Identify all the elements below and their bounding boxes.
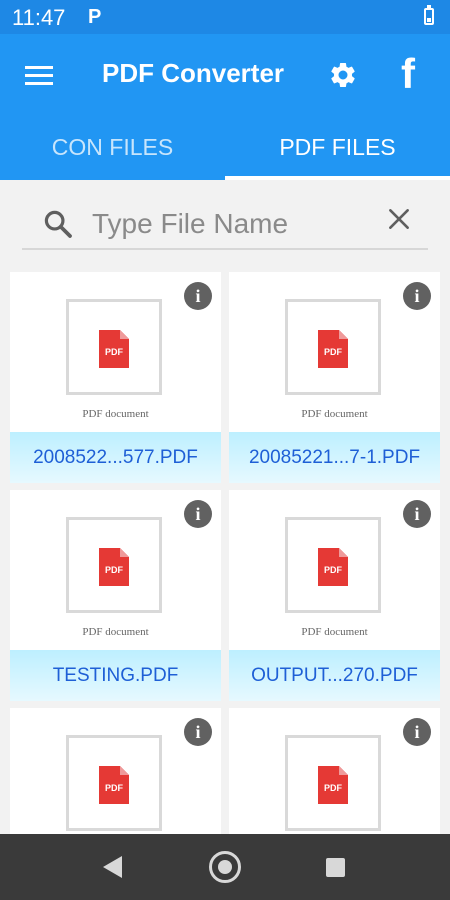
back-icon[interactable] xyxy=(103,856,122,878)
file-grid: PDF PDF document i 2008522...577.PDF PDF… xyxy=(10,272,440,834)
thumbnail-caption: PDF document xyxy=(82,408,149,420)
file-thumbnail: PDF xyxy=(66,517,162,613)
search-bar xyxy=(22,198,428,250)
file-card[interactable]: PDF PDF document i TESTING.PDF xyxy=(10,490,221,701)
pdf-file-icon: PDF xyxy=(318,330,348,368)
file-card[interactable]: PDF PDF document i OUTPUT...270.PDF xyxy=(229,490,440,701)
pdf-file-icon: PDF xyxy=(99,548,129,586)
file-name: 2008522...577.PDF xyxy=(10,432,221,483)
pdf-file-icon: PDF xyxy=(318,766,348,804)
facebook-icon[interactable]: f xyxy=(401,50,415,98)
info-icon[interactable]: i xyxy=(184,282,212,310)
file-card[interactable]: PDF PDF document i xyxy=(229,708,440,834)
file-thumbnail: PDF xyxy=(285,735,381,831)
system-nav-bar xyxy=(0,834,450,900)
info-icon[interactable]: i xyxy=(184,500,212,528)
tab-con-files[interactable]: CON FILES xyxy=(0,116,225,180)
pdf-file-icon: PDF xyxy=(318,548,348,586)
battery-icon xyxy=(424,5,434,25)
gear-icon[interactable] xyxy=(328,60,358,90)
thumbnail-caption: PDF document xyxy=(301,626,368,638)
app-bar: PDF Converter f xyxy=(0,34,450,116)
file-thumbnail: PDF xyxy=(285,299,381,395)
svg-text:PDF: PDF xyxy=(105,347,124,357)
thumbnail-caption: PDF document xyxy=(301,408,368,420)
thumbnail-caption: PDF document xyxy=(82,626,149,638)
file-card[interactable]: PDF PDF document i 20085221...7-1.PDF xyxy=(229,272,440,483)
svg-text:PDF: PDF xyxy=(105,783,124,793)
file-name: OUTPUT...270.PDF xyxy=(229,650,440,701)
recents-icon[interactable] xyxy=(326,858,345,877)
info-icon[interactable]: i xyxy=(403,718,431,746)
svg-text:PDF: PDF xyxy=(324,565,343,575)
notification-icon: P xyxy=(88,6,102,28)
tab-bar: CON FILES PDF FILES xyxy=(0,116,450,180)
file-thumbnail: PDF xyxy=(285,517,381,613)
info-icon[interactable]: i xyxy=(184,718,212,746)
app-title: PDF Converter xyxy=(102,58,285,88)
svg-text:PDF: PDF xyxy=(105,565,124,575)
file-name: TESTING.PDF xyxy=(10,650,221,701)
home-icon[interactable] xyxy=(209,851,241,883)
file-name: 20085221...7-1.PDF xyxy=(229,432,440,483)
tab-indicator xyxy=(225,176,450,180)
search-input[interactable] xyxy=(92,204,372,244)
hamburger-icon[interactable] xyxy=(25,66,53,86)
file-card[interactable]: PDF PDF document i 2008522...577.PDF xyxy=(10,272,221,483)
file-card[interactable]: PDF PDF document i xyxy=(10,708,221,834)
file-thumbnail: PDF xyxy=(66,299,162,395)
pdf-file-icon: PDF xyxy=(99,330,129,368)
file-thumbnail: PDF xyxy=(66,735,162,831)
info-icon[interactable]: i xyxy=(403,500,431,528)
svg-text:PDF: PDF xyxy=(324,783,343,793)
status-time: 11:47 xyxy=(12,5,66,30)
status-bar: 11:47 P xyxy=(0,0,450,34)
tab-pdf-files[interactable]: PDF FILES xyxy=(225,116,450,180)
close-icon[interactable] xyxy=(386,206,412,232)
search-icon xyxy=(44,210,72,238)
svg-text:PDF: PDF xyxy=(324,347,343,357)
info-icon[interactable]: i xyxy=(403,282,431,310)
pdf-file-icon: PDF xyxy=(99,766,129,804)
